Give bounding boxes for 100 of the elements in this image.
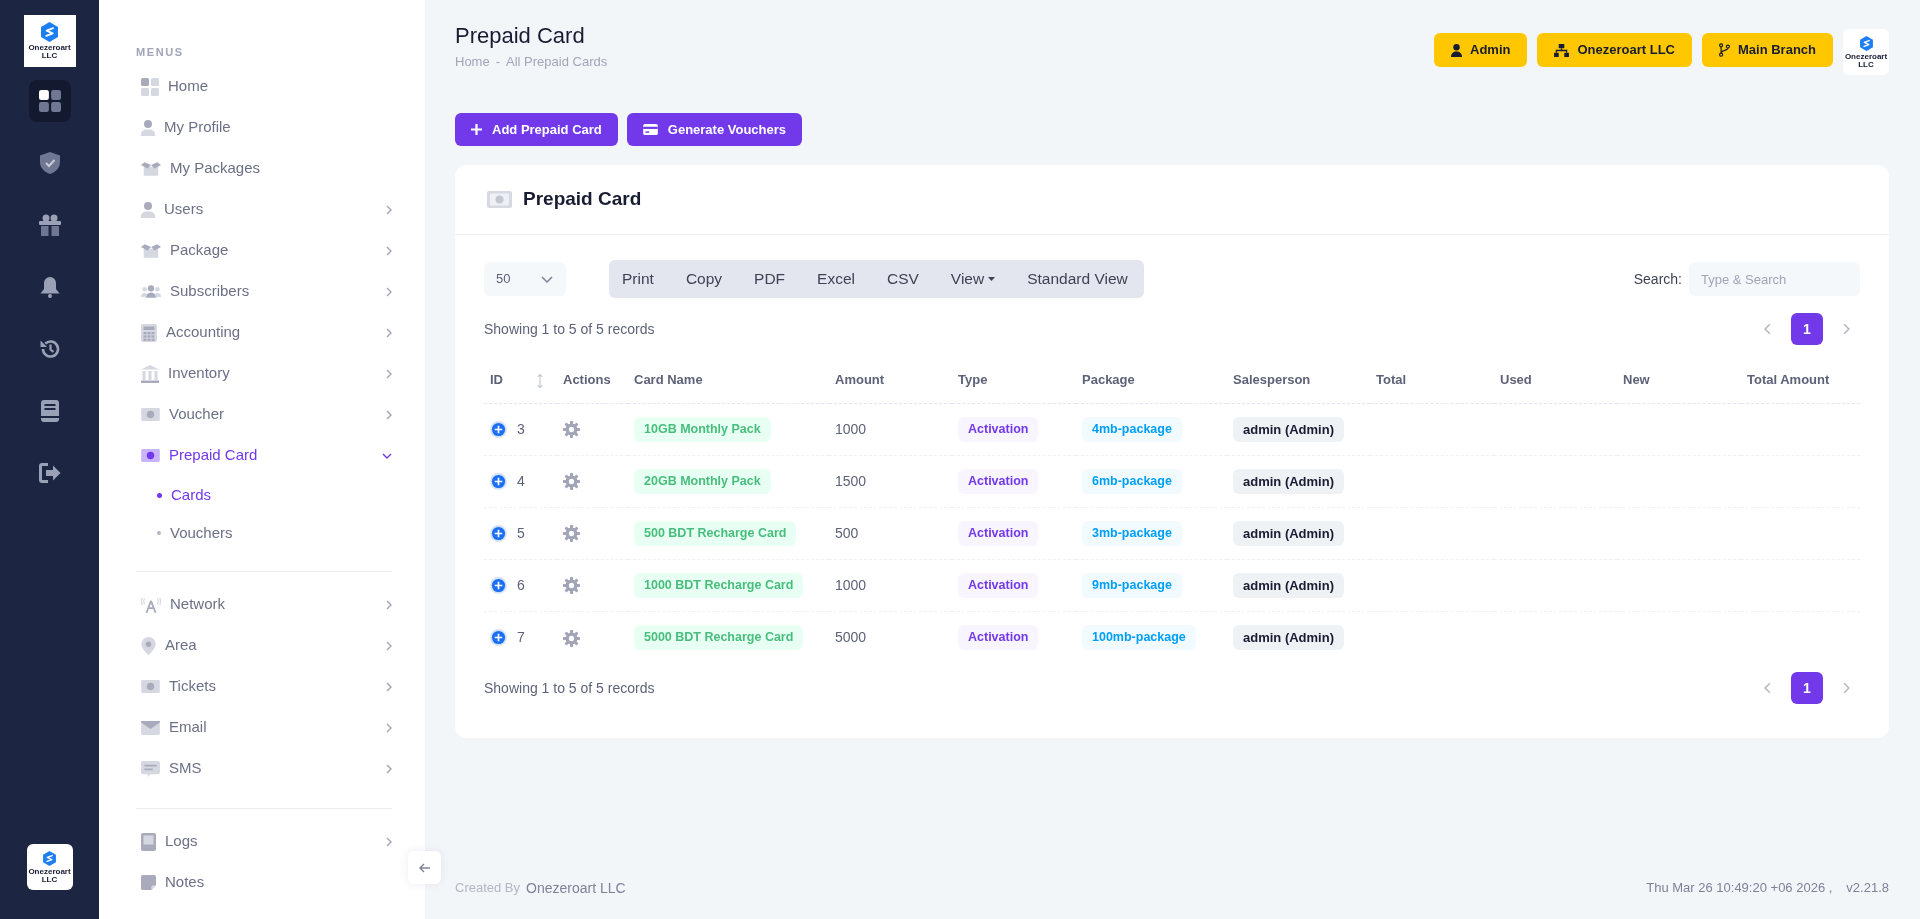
column-header[interactable]: Amount: [835, 372, 885, 387]
sidebar-item[interactable]: SMS: [136, 748, 392, 789]
search-field[interactable]: Type & Search: [1689, 262, 1860, 296]
page-button[interactable]: 1: [1791, 313, 1823, 345]
code-branch-icon: [1719, 43, 1730, 57]
note-icon: [141, 875, 156, 890]
salesperson-badge: admin (Admin): [1233, 624, 1344, 650]
add-prepaid-card-button[interactable]: Add Prepaid Card: [455, 113, 618, 146]
toolbar-button[interactable]: View: [934, 260, 1012, 298]
page-size-select[interactable]: 50: [484, 262, 566, 296]
column-header[interactable]: Total: [1376, 372, 1407, 387]
toolbar-button[interactable]: Excel: [801, 260, 871, 298]
expand-plus-icon[interactable]: [490, 628, 507, 646]
expand-plus-icon[interactable]: [490, 524, 507, 542]
box-icon: [141, 161, 161, 176]
sidebar-item[interactable]: My Profile: [136, 107, 392, 148]
column-header[interactable]: Actions: [563, 372, 611, 387]
company-button[interactable]: Onezeroart LLC: [1537, 33, 1692, 67]
package-badge: 9mb-package: [1082, 572, 1182, 598]
expand-plus-icon[interactable]: [490, 420, 507, 438]
user-button[interactable]: Admin: [1434, 33, 1528, 67]
sitemap-icon: [1554, 43, 1570, 57]
breadcrumb-separator: -: [495, 54, 501, 70]
salesperson-badge: admin (Admin): [1233, 416, 1344, 442]
plus-icon: [471, 124, 482, 135]
sidebar-item[interactable]: Email: [136, 707, 392, 748]
collapse-sidebar-button[interactable]: [408, 851, 441, 884]
gear-icon[interactable]: [563, 421, 580, 439]
page-title: Prepaid Card: [455, 23, 586, 49]
column-header[interactable]: Total Amount: [1747, 372, 1830, 387]
box-icon: [141, 243, 161, 258]
sidebar-item[interactable]: Voucher: [136, 394, 392, 435]
version-text: v2.21.8: [1846, 879, 1889, 898]
sidebar-item[interactable]: Notes: [136, 862, 392, 903]
user-icon: [1451, 43, 1462, 57]
sidebar-item[interactable]: Logs: [136, 821, 392, 862]
person-icon: [141, 201, 155, 218]
column-header[interactable]: New: [1623, 372, 1650, 387]
sidebar-item[interactable]: Package: [136, 230, 392, 271]
id-value: 7: [517, 627, 525, 647]
page-button[interactable]: 1: [1791, 672, 1823, 704]
sidebar-item[interactable]: Area: [136, 625, 392, 666]
rail-button[interactable]: [28, 80, 71, 122]
bank-icon: [141, 364, 159, 383]
breadcrumb-current: All Prepaid Cards: [506, 54, 608, 70]
sidebar-item[interactable]: Subscribers: [136, 271, 392, 312]
toolbar-button[interactable]: CSV: [870, 260, 935, 298]
chevron-down-icon: [541, 275, 553, 283]
sidebar-item[interactable]: My Packages: [136, 148, 392, 189]
menu-heading: MENUS: [136, 45, 185, 60]
card-name-badge: 20GB Monthly Pack: [634, 468, 771, 494]
amount-value: 1000: [835, 576, 867, 593]
sidebar-item[interactable]: Home: [136, 66, 392, 107]
sidebar-subitem[interactable]: Vouchers: [136, 514, 392, 552]
expand-plus-icon[interactable]: [490, 576, 507, 594]
gear-icon[interactable]: [563, 525, 580, 543]
arrow-left-icon: [418, 862, 431, 873]
hexagon-logo-icon: [41, 22, 58, 42]
people-icon: [141, 285, 161, 298]
company-link[interactable]: Onezeroart LLC: [526, 877, 626, 899]
gear-icon[interactable]: [563, 473, 580, 491]
sidebar-item[interactable]: Users: [136, 189, 392, 230]
sidebar-item[interactable]: Prepaid Card: [136, 435, 392, 476]
toolbar-button[interactable]: Standard View: [1011, 260, 1144, 298]
salesperson-badge: admin (Admin): [1233, 520, 1344, 546]
type-badge: Activation: [958, 624, 1039, 650]
salesperson-badge: admin (Admin): [1233, 468, 1344, 494]
generate-vouchers-button[interactable]: Generate Vouchers: [626, 113, 803, 146]
money-bill-icon: [141, 408, 160, 421]
expand-plus-icon[interactable]: [490, 472, 507, 490]
type-badge: Activation: [958, 416, 1039, 442]
toolbar-button[interactable]: PDF: [738, 260, 802, 298]
money-bill-icon: [141, 680, 160, 693]
amount-value: 1000: [835, 420, 867, 437]
sidebar-item[interactable]: Network: [136, 584, 392, 625]
package-badge: 100mb-package: [1082, 624, 1196, 650]
sidebar-item[interactable]: Inventory: [136, 353, 392, 394]
column-header[interactable]: ID: [490, 372, 503, 387]
column-header[interactable]: Used: [1500, 372, 1532, 387]
branch-button[interactable]: Main Branch: [1702, 33, 1833, 67]
package-badge: 4mb-package: [1082, 416, 1182, 442]
toolbar-button[interactable]: Copy: [669, 260, 739, 298]
amount-value: 500: [835, 524, 859, 541]
created-by-label: Created By: [455, 879, 521, 898]
column-header[interactable]: Card Name: [634, 372, 703, 387]
sidebar-item[interactable]: Tickets: [136, 666, 392, 707]
envelope-icon: [141, 720, 160, 735]
chat-icon: [141, 760, 160, 777]
gear-icon[interactable]: [563, 577, 580, 595]
sidebar-item[interactable]: Accounting: [136, 312, 392, 353]
toolbar-button[interactable]: Print: [609, 260, 670, 298]
gear-icon[interactable]: [563, 629, 580, 647]
column-header[interactable]: Package: [1082, 372, 1135, 387]
bell-icon: [39, 276, 60, 298]
column-header[interactable]: Salesperson: [1233, 372, 1311, 387]
type-badge: Activation: [958, 520, 1039, 546]
card-title: Prepaid Card: [523, 188, 642, 211]
column-header[interactable]: Type: [958, 372, 988, 387]
sidebar-subitem[interactable]: Cards: [136, 476, 392, 514]
sign-out-icon: [38, 463, 61, 483]
